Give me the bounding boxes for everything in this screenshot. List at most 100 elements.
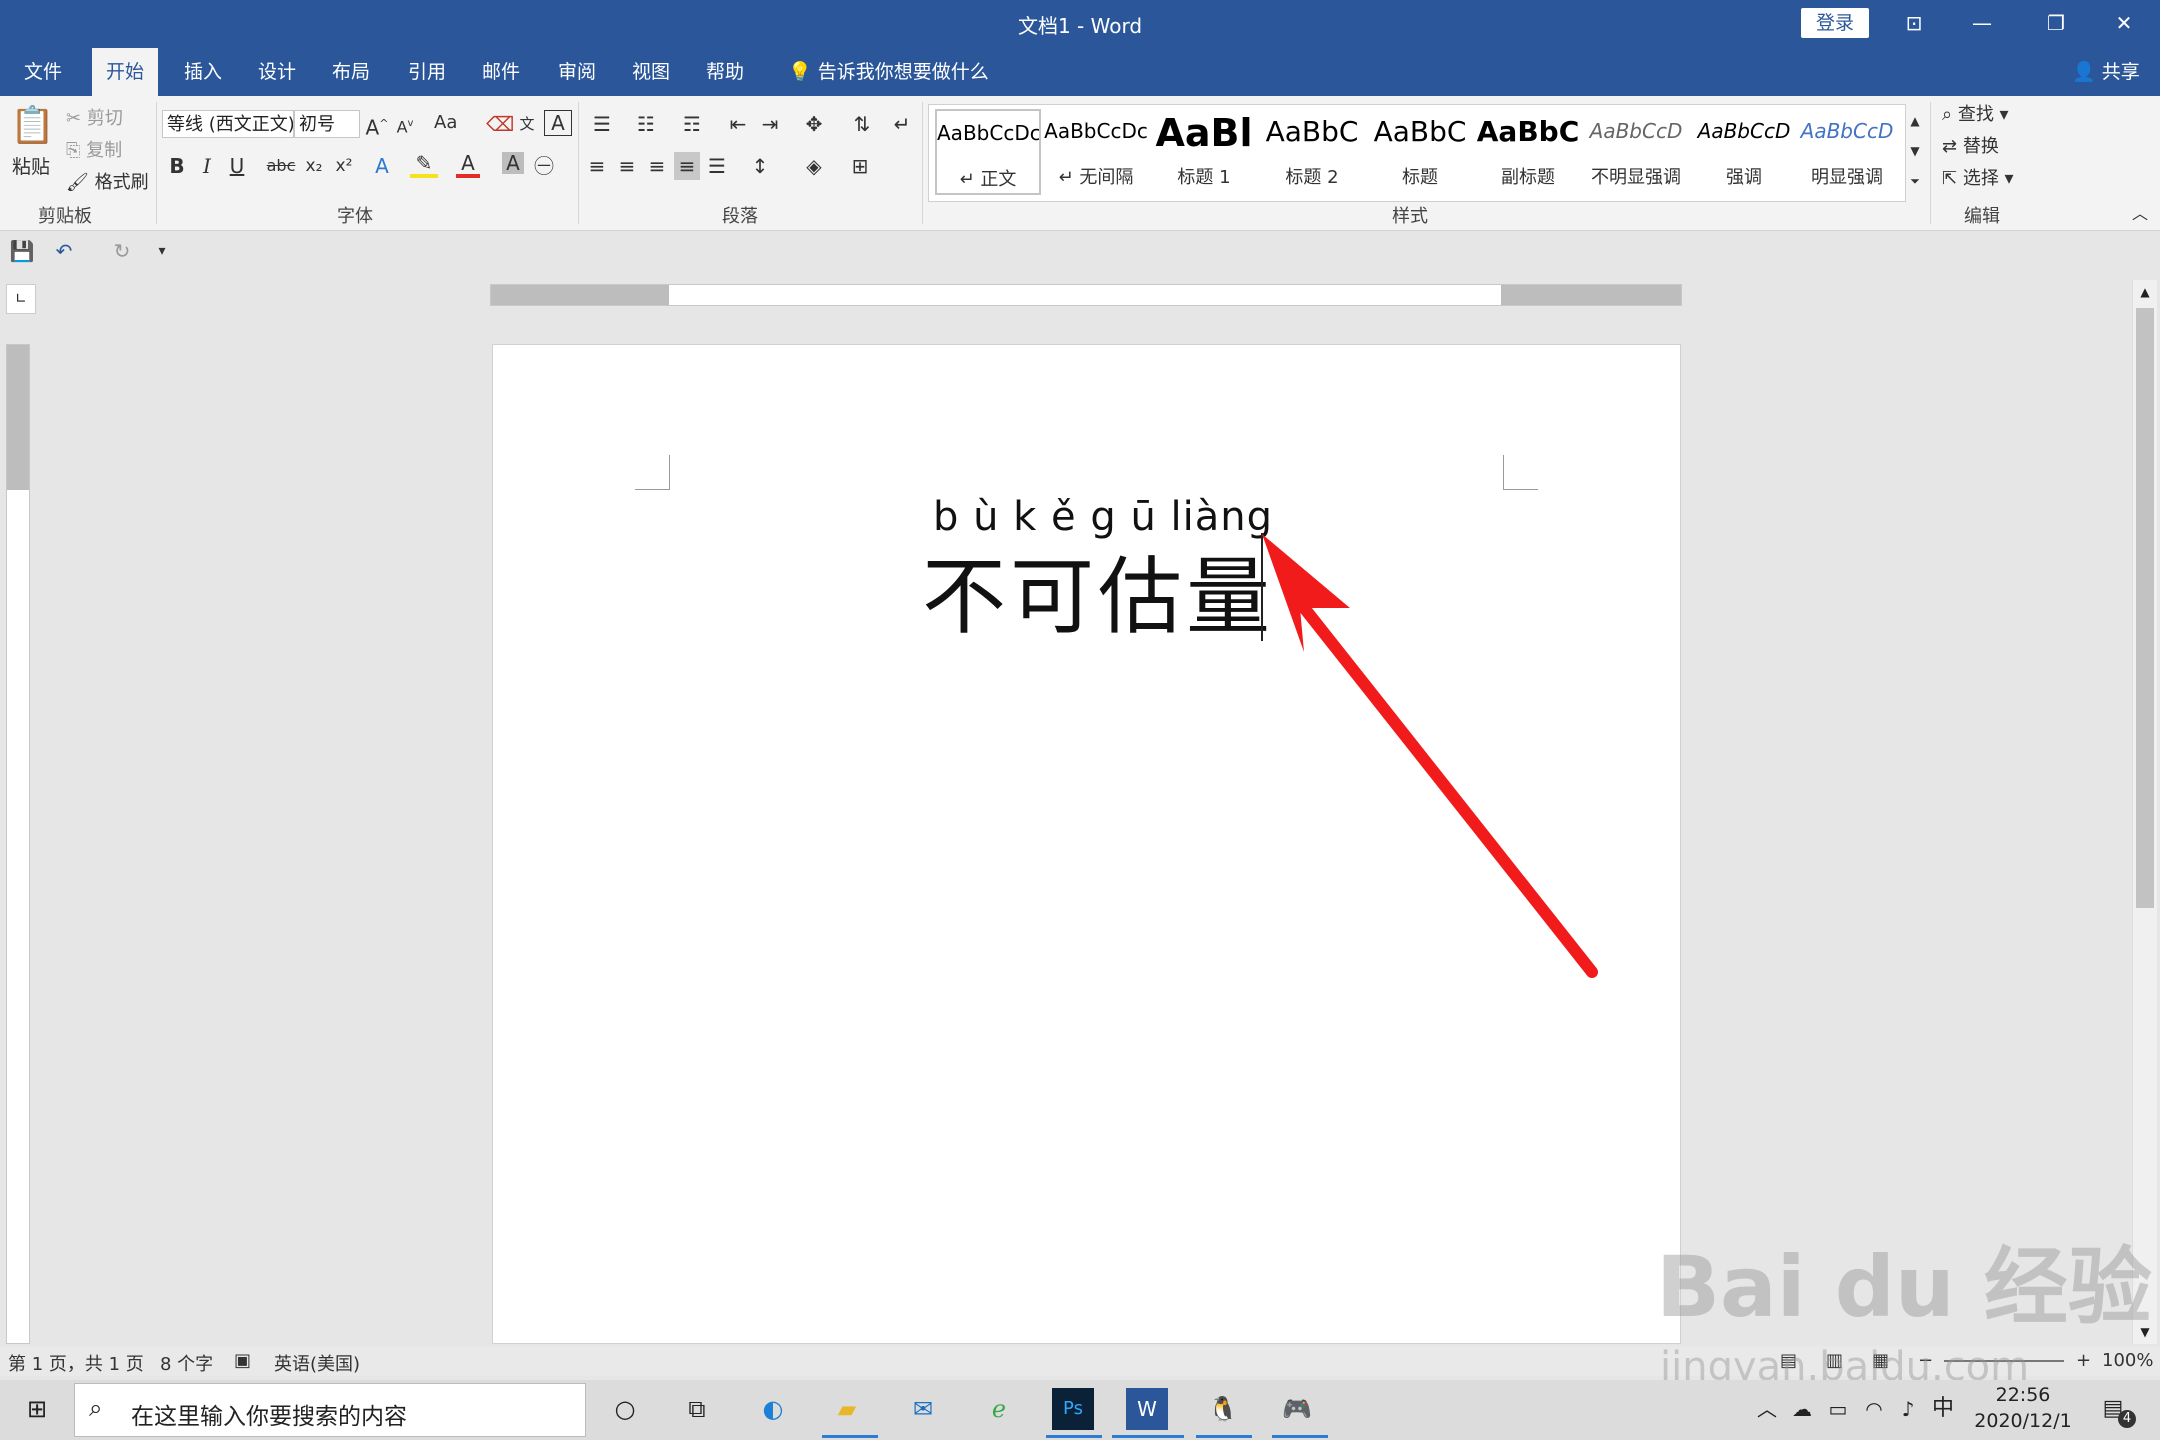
font-name-combo[interactable]: 等线 (西文正文): [162, 110, 294, 138]
game-app-icon[interactable]: 🎮: [1276, 1388, 1318, 1430]
enclose-characters-icon[interactable]: ㊀: [532, 152, 556, 180]
superscript-icon[interactable]: x²: [332, 152, 356, 180]
underline-icon[interactable]: U: [226, 152, 248, 180]
phonetic-guide-icon[interactable]: 文: [514, 110, 540, 138]
select-button[interactable]: ⇱ 选择 ▾: [1942, 164, 2014, 190]
redo-icon[interactable]: ↻: [108, 237, 136, 265]
photoshop-icon[interactable]: Ps: [1052, 1388, 1094, 1430]
highlight-icon[interactable]: ✎: [410, 152, 438, 178]
gallery-scroll-down-icon[interactable]: ▼: [1906, 136, 1924, 166]
vertical-scrollbar[interactable]: ▲ ▼: [2132, 280, 2157, 1344]
shrink-font-icon[interactable]: Av: [392, 110, 418, 141]
cortana-icon[interactable]: ○: [604, 1388, 646, 1430]
tab-view[interactable]: 视图: [618, 48, 684, 96]
font-color-icon[interactable]: A: [456, 152, 480, 178]
share-button[interactable]: 👤 共享: [2058, 48, 2154, 96]
tab-mailings[interactable]: 邮件: [468, 48, 534, 96]
tab-review[interactable]: 审阅: [544, 48, 610, 96]
cut-button[interactable]: ✂ 剪切: [66, 104, 123, 130]
numbering-icon[interactable]: ☷: [628, 110, 664, 138]
shading-icon[interactable]: ◈: [796, 152, 832, 180]
qq-icon[interactable]: 🐧: [1202, 1388, 1244, 1430]
style-no-spacing[interactable]: AaBbCcDc ↵ 无间隔: [1043, 109, 1149, 195]
proofing-icon[interactable]: ▣: [234, 1350, 251, 1371]
justify-icon[interactable]: ≡: [674, 152, 700, 180]
ie-icon[interactable]: ℯ: [978, 1388, 1020, 1430]
style-heading-2[interactable]: AaBbC 标题 2: [1259, 109, 1365, 195]
gallery-more-icon[interactable]: ⏷: [1906, 166, 1924, 196]
undo-icon[interactable]: ↶: [50, 237, 78, 265]
style-intense-emphasis[interactable]: AaBbCcD 明显强调: [1799, 109, 1895, 195]
collapse-ribbon-icon[interactable]: ︿: [2128, 200, 2152, 228]
page-count[interactable]: 第 1 页，共 1 页: [8, 1350, 144, 1376]
scroll-thumb[interactable]: [2136, 308, 2154, 908]
mail-icon[interactable]: ✉: [902, 1388, 944, 1430]
style-subtitle[interactable]: AaBbC 副标题: [1475, 109, 1581, 195]
task-view-icon[interactable]: ⧉: [676, 1388, 718, 1430]
gallery-scroll-up-icon[interactable]: ▲: [1906, 106, 1924, 136]
tab-file[interactable]: 文件: [10, 48, 76, 96]
paste-icon[interactable]: 📋: [10, 104, 55, 148]
document-text[interactable]: 不可估量: [922, 530, 1274, 651]
vertical-ruler[interactable]: [6, 344, 30, 1344]
bold-icon[interactable]: B: [166, 152, 188, 180]
style-emphasis[interactable]: AaBbCcD 强调: [1691, 109, 1797, 195]
grow-font-icon[interactable]: A^: [364, 110, 390, 142]
bullets-icon[interactable]: ☰: [584, 110, 620, 138]
find-button[interactable]: ⌕ 查找 ▾: [1942, 100, 2009, 126]
scroll-up-icon[interactable]: ▲: [2133, 280, 2157, 304]
align-right-icon[interactable]: ≡: [644, 152, 670, 180]
subscript-icon[interactable]: x₂: [302, 152, 326, 180]
windows-start-icon[interactable]: ⊞: [16, 1388, 58, 1430]
decrease-indent-icon[interactable]: ⇤: [724, 110, 752, 138]
login-button[interactable]: 登录: [1801, 8, 1869, 38]
align-left-icon[interactable]: ≡: [584, 152, 610, 180]
tab-home[interactable]: 开始: [92, 48, 159, 96]
increase-indent-icon[interactable]: ⇥: [756, 110, 784, 138]
wifi-icon[interactable]: ◠: [1860, 1388, 1888, 1430]
tab-layout[interactable]: 布局: [318, 48, 384, 96]
style-normal[interactable]: AaBbCcDc ↵ 正文: [935, 109, 1041, 195]
tray-expand-icon[interactable]: ︿: [1754, 1388, 1780, 1430]
font-size-combo[interactable]: 初号: [294, 110, 360, 138]
language-indicator[interactable]: 英语(美国): [274, 1350, 360, 1376]
battery-icon[interactable]: ▭: [1824, 1388, 1852, 1430]
line-spacing-icon[interactable]: ↕: [742, 152, 778, 180]
style-subtle-emphasis[interactable]: AaBbCcD 不明显强调: [1583, 109, 1689, 195]
file-explorer-icon[interactable]: ▰: [826, 1388, 868, 1430]
multilevel-list-icon[interactable]: ☶: [674, 110, 710, 138]
tab-help[interactable]: 帮助: [692, 48, 758, 96]
tab-references[interactable]: 引用: [394, 48, 460, 96]
strikethrough-icon[interactable]: abc: [266, 152, 296, 180]
word-icon[interactable]: W: [1126, 1388, 1168, 1430]
italic-icon[interactable]: I: [196, 152, 218, 180]
word-count[interactable]: 8 个字: [160, 1350, 213, 1376]
change-case-button[interactable]: Aa: [434, 112, 457, 133]
save-icon[interactable]: 💾: [8, 237, 36, 265]
borders-icon[interactable]: ⊞: [842, 152, 878, 180]
style-heading-1[interactable]: AaBl 标题 1: [1151, 109, 1257, 195]
onedrive-icon[interactable]: ☁: [1788, 1388, 1816, 1430]
volume-icon[interactable]: ♪: [1894, 1388, 1922, 1430]
tab-insert[interactable]: 插入: [170, 48, 236, 96]
tell-me-box[interactable]: 💡 告诉我你想要做什么: [774, 48, 1003, 96]
edge-icon[interactable]: ◐: [752, 1388, 794, 1430]
customize-qat-icon[interactable]: ▾: [152, 237, 172, 265]
replace-button[interactable]: ⇄ 替换: [1942, 132, 1999, 158]
clock-time[interactable]: 22:56: [1968, 1384, 2078, 1406]
tab-design[interactable]: 设计: [244, 48, 310, 96]
restore-icon[interactable]: ❐: [2034, 6, 2078, 40]
align-center-icon[interactable]: ≡: [614, 152, 640, 180]
distributed-icon[interactable]: ☰: [704, 152, 730, 180]
horizontal-ruler[interactable]: [490, 284, 1682, 306]
character-shading-icon[interactable]: A: [502, 152, 524, 174]
zoom-level[interactable]: 100%: [2102, 1350, 2153, 1371]
chinese-layout-icon[interactable]: ✥: [796, 110, 832, 138]
close-icon[interactable]: ✕: [2102, 6, 2146, 40]
clock-date[interactable]: 2020/12/1: [1968, 1410, 2078, 1432]
format-painter-button[interactable]: 🖌 格式刷: [66, 168, 149, 194]
tab-selector-icon[interactable]: ∟: [6, 284, 36, 314]
ime-indicator[interactable]: 中: [1928, 1388, 1958, 1430]
copy-button[interactable]: ⎘ 复制: [66, 136, 122, 162]
clear-formatting-icon[interactable]: ⌫: [486, 110, 514, 138]
